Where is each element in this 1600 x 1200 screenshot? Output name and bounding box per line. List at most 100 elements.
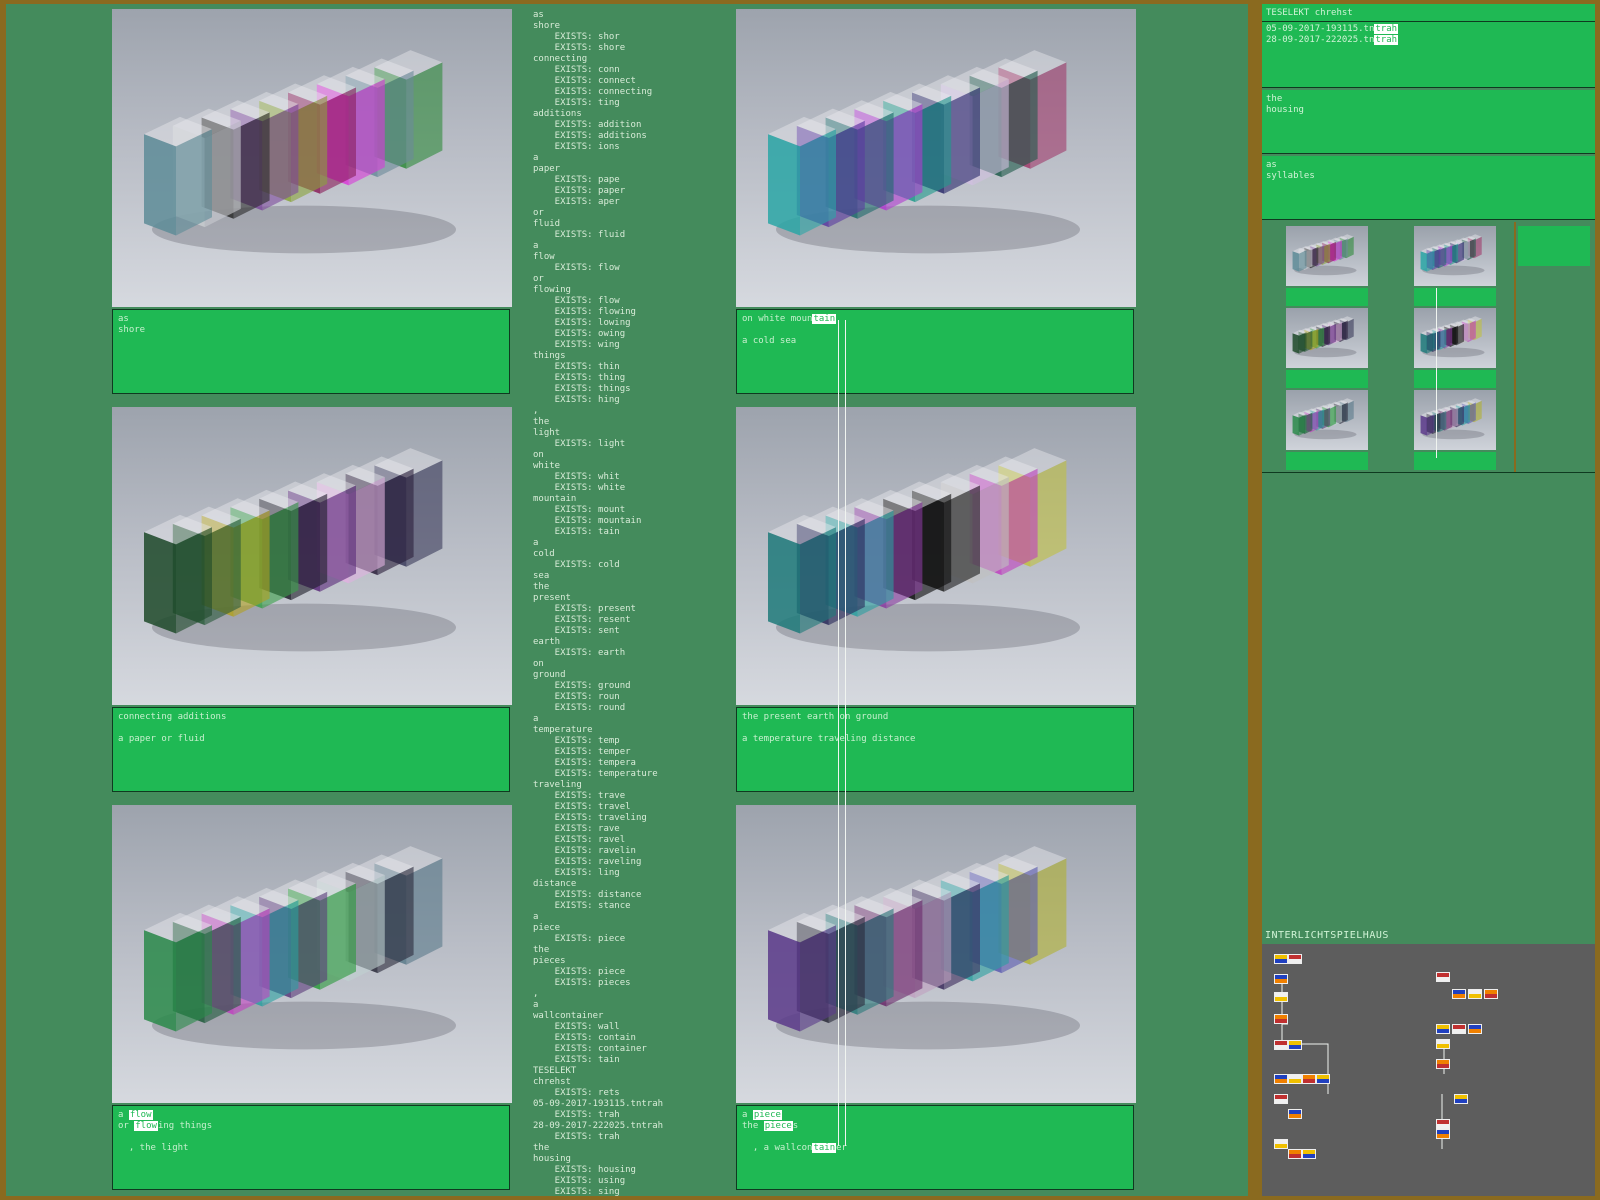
thumb-svg (1292, 398, 1357, 440)
graph-node[interactable] (1436, 972, 1450, 982)
syllable-word-list[interactable]: as shore EXISTS: shor EXISTS: shore conn… (533, 10, 723, 1196)
graph-title: INTERLICHTSPIELHAUS (1265, 930, 1389, 941)
caption-line: a piece (742, 1110, 782, 1120)
caption-line (118, 1132, 504, 1143)
graph-node[interactable] (1274, 1139, 1288, 1149)
caption-line (742, 1132, 1128, 1143)
render-tile-5[interactable]: a flow or flowing things , the light (112, 805, 512, 1190)
highlighted-syllable[interactable]: tain (812, 314, 837, 324)
file-list[interactable]: 05-09-2017-193115.tntrah 28-09-2017-22202… (1266, 24, 1591, 46)
panel-line: housing (1266, 105, 1304, 115)
chest-title: TESELEKT chrehst (1266, 8, 1353, 18)
graph-node[interactable] (1316, 1074, 1330, 1084)
thumb-svg (1420, 398, 1485, 440)
cube-render (112, 805, 512, 1103)
syllables-panel: as syllables (1262, 156, 1595, 220)
render-tile-3[interactable]: connecting additions a paper or fluid (112, 407, 512, 792)
graph-node[interactable] (1288, 1040, 1302, 1050)
highlighted-syllable[interactable]: flow (134, 1121, 158, 1131)
thumbnail-5[interactable] (1286, 390, 1368, 470)
panel-line: as (1266, 160, 1277, 170)
graph-node[interactable] (1274, 1094, 1288, 1104)
highlighted-syllable[interactable]: piece (763, 1121, 793, 1131)
graph-node[interactable] (1436, 1059, 1450, 1069)
highlighted-syllable[interactable]: flow (128, 1110, 153, 1120)
graph-node[interactable] (1274, 954, 1288, 964)
main-canvas: as shore on white mountain a cold sea conn… (6, 4, 1248, 1196)
caption-line: or flowing things (118, 1121, 213, 1131)
caption-line: as (118, 314, 129, 324)
cube-render (736, 407, 1136, 705)
render-tile-4[interactable]: the present earth on ground a temperature… (736, 407, 1136, 792)
thumb-svg (1420, 234, 1485, 276)
graph-node[interactable] (1484, 989, 1498, 999)
link-line (845, 320, 846, 1146)
thumbnail-3[interactable] (1286, 308, 1368, 388)
graph-node[interactable] (1436, 1129, 1450, 1139)
node-graph[interactable] (1262, 944, 1595, 1196)
graph-node[interactable] (1274, 1014, 1288, 1024)
caption-line (742, 723, 1128, 734)
chest-header-panel: TESELEKT chrehst 05-09-2017-193115.tntra… (1262, 4, 1595, 88)
graph-node[interactable] (1274, 992, 1288, 1002)
graph-node[interactable] (1302, 1074, 1316, 1084)
thumbnail-grid (1262, 222, 1595, 473)
caption-line: shore (118, 325, 146, 335)
tile-caption: connecting additions a paper or fluid (112, 707, 510, 792)
render-tile-6[interactable]: a piece the pieces , a wallcontainer (736, 805, 1136, 1190)
cube-render (112, 407, 512, 705)
thumb-svg (1292, 234, 1357, 276)
caption-line: the pieces (742, 1121, 799, 1131)
graph-node[interactable] (1288, 1109, 1302, 1119)
graph-node[interactable] (1436, 1024, 1450, 1034)
caption-line: connecting additions (118, 712, 227, 722)
graph-node[interactable] (1452, 989, 1466, 999)
graph-node[interactable] (1452, 1024, 1466, 1034)
panel-line: syllables (1266, 171, 1315, 181)
graph-node[interactable] (1288, 1074, 1302, 1084)
graph-node[interactable] (1468, 989, 1482, 999)
highlighted-syllable[interactable]: trah (1374, 35, 1399, 45)
cube-render-svg (144, 50, 456, 254)
cube-render-svg (768, 50, 1080, 254)
thumbnail-2[interactable] (1414, 226, 1496, 306)
cube-render-svg (768, 846, 1080, 1050)
thumbnail-6[interactable] (1414, 390, 1496, 470)
thumb-svg (1420, 316, 1485, 358)
chest-file-item[interactable]: 28-09-2017-222025.tntrah (1266, 35, 1591, 46)
caption-line: , a wallcontainer (742, 1143, 847, 1153)
graph-node[interactable] (1288, 954, 1302, 964)
graph-node[interactable] (1468, 1024, 1482, 1034)
graph-node[interactable] (1274, 974, 1288, 984)
graph-node[interactable] (1436, 1119, 1450, 1129)
link-line (838, 320, 839, 1146)
highlighted-syllable[interactable]: piece (752, 1110, 782, 1120)
divider (1514, 222, 1516, 472)
graph-node[interactable] (1288, 1149, 1302, 1159)
graph-node[interactable] (1436, 1039, 1450, 1049)
mini-panel (1518, 226, 1590, 266)
caption-line: , the light (118, 1143, 189, 1153)
graph-node[interactable] (1454, 1094, 1468, 1104)
render-tile-2[interactable]: on white mountain a cold sea (736, 9, 1136, 394)
link-line (1436, 288, 1437, 458)
cube-render (736, 9, 1136, 307)
caption-line (118, 723, 504, 734)
thumbnail-1[interactable] (1286, 226, 1368, 306)
cube-render (112, 9, 512, 307)
caption-line: on white mountain (742, 314, 837, 324)
graph-node[interactable] (1274, 1040, 1288, 1050)
chest-file-item[interactable]: 05-09-2017-193115.tntrah (1266, 24, 1591, 35)
tile-caption: on white mountain a cold sea (736, 309, 1134, 394)
graph-node[interactable] (1302, 1149, 1316, 1159)
graph-node[interactable] (1274, 1074, 1288, 1084)
cube-render (736, 805, 1136, 1103)
highlighted-syllable[interactable]: trah (1374, 24, 1399, 34)
housing-panel: the housing (1262, 90, 1595, 154)
thumbnail-4[interactable] (1414, 308, 1496, 388)
highlighted-syllable[interactable]: tain (812, 1143, 837, 1153)
caption-line: a paper or fluid (118, 734, 205, 744)
caption-line (742, 325, 1128, 336)
panel-line: the (1266, 94, 1283, 104)
render-tile-1[interactable]: as shore (112, 9, 512, 394)
